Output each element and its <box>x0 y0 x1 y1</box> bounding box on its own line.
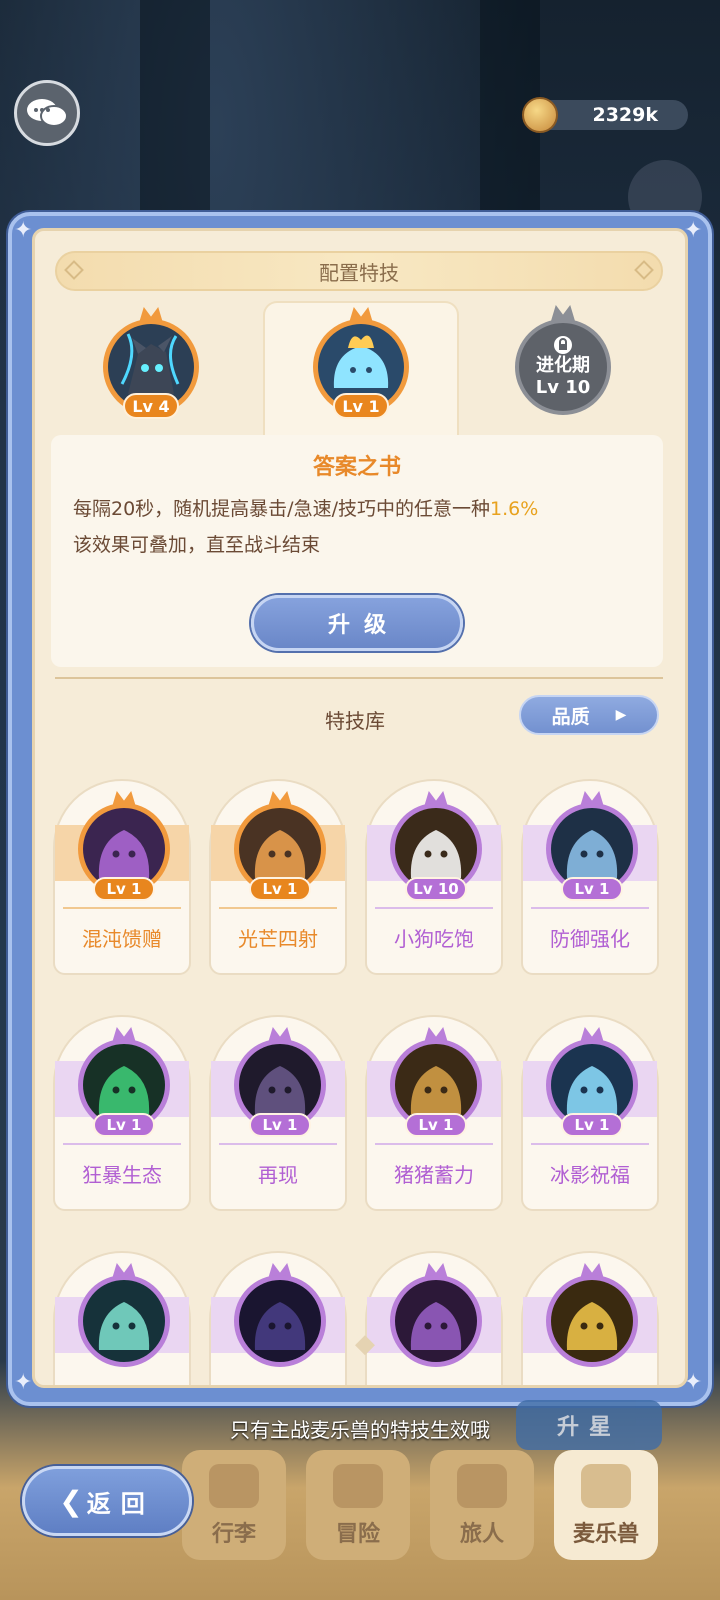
skill-card[interactable]: Lv 1 狂暴生态 <box>53 1015 191 1211</box>
skill-card[interactable]: Lv 1 混沌馈赠 <box>53 779 191 975</box>
skill-card[interactable] <box>53 1251 191 1385</box>
skill-config-panel: 配置特技 Lv 4 Lv 1 进化期 Lv 10 答案之书 每隔20秒，随机提高… <box>32 228 688 1388</box>
skill-level-badge: Lv 10 <box>405 877 467 901</box>
slot-level-badge: Lv 1 <box>333 393 389 419</box>
skill-card[interactable]: Lv 1 再现 <box>209 1015 347 1211</box>
skill-level-badge: Lv 1 <box>561 877 623 901</box>
skill-card[interactable]: Lv 10 小狗吃饱 <box>365 779 503 975</box>
card-divider <box>63 907 181 909</box>
skill-level-badge: Lv 1 <box>93 877 155 901</box>
card-divider <box>219 1143 337 1145</box>
card-divider <box>63 1143 181 1145</box>
slot-level-badge: Lv 4 <box>123 393 179 419</box>
skill-card-name: 再现 <box>258 1163 298 1187</box>
skill-card-name: 防御强化 <box>550 927 630 951</box>
card-divider <box>375 907 493 909</box>
traveler-icon <box>457 1464 507 1508</box>
corner-star-icon: ✦ <box>14 1370 33 1395</box>
skill-card[interactable]: Lv 1 光芒四射 <box>209 779 347 975</box>
skill-level-badge: Lv 1 <box>93 1113 155 1137</box>
skill-bonus-value: 1.6% <box>489 498 539 520</box>
card-divider <box>219 907 337 909</box>
card-divider <box>531 1143 649 1145</box>
background-pillar <box>140 0 210 230</box>
cat-pet-icon <box>581 1464 631 1508</box>
back-button[interactable]: ❮ 返回 <box>22 1466 192 1536</box>
skill-card-name: 光芒四射 <box>238 927 318 951</box>
coin-amount: 2329k <box>592 104 658 126</box>
skill-level-badge: Lv 1 <box>249 1113 311 1137</box>
skill-description: 每隔20秒，随机提高暴击/急速/技巧中的任意一种1.6% 该效果可叠加，直至战斗… <box>73 491 645 563</box>
skill-level-badge: Lv 1 <box>405 1113 467 1137</box>
locked-slot-level: Lv 10 <box>535 377 591 398</box>
nav-item-label: 麦乐兽 <box>572 1522 639 1547</box>
gold-flame-icon <box>551 1280 633 1362</box>
quality-sort-button[interactable]: 品质 ▶ <box>519 695 659 735</box>
skill-card[interactable]: Lv 1 冰影祝福 <box>521 1015 659 1211</box>
nav-item-luggage[interactable]: 行李 <box>182 1450 286 1560</box>
card-divider <box>375 1143 493 1145</box>
nav-item-label: 冒险 <box>335 1522 380 1547</box>
skill-card[interactable]: Lv 1 防御强化 <box>521 779 659 975</box>
hint-text: 只有主战麦乐兽的特技生效哦 <box>230 1418 490 1442</box>
upgrade-button[interactable]: 升级 <box>251 595 463 651</box>
lock-icon <box>554 336 572 355</box>
crossed-swords-icon <box>333 1464 383 1508</box>
nav-item-traveler[interactable]: 旅人 <box>430 1450 534 1560</box>
skill-card-name: 狂暴生态 <box>82 1163 162 1187</box>
diamond-ornament-icon <box>634 260 654 280</box>
skill-description-line2: 该效果可叠加，直至战斗结束 <box>73 534 321 556</box>
skill-portrait-ring <box>78 1275 170 1367</box>
equipped-slot-1[interactable]: Lv 4 <box>103 307 199 419</box>
skill-card-name: 混沌馈赠 <box>82 927 162 951</box>
skill-card-name: 小狗吃饱 <box>394 927 474 951</box>
skill-card-name: 冰影祝福 <box>550 1163 630 1187</box>
coin-icon <box>522 97 558 133</box>
panel-title: 配置特技 <box>319 260 399 285</box>
diamond-ornament-icon <box>64 260 84 280</box>
skill-description-line1: 每隔20秒，随机提高暴击/急速/技巧中的任意一种 <box>73 498 490 520</box>
play-arrow-icon: ▶ <box>615 707 627 723</box>
skill-name: 答案之书 <box>312 455 401 480</box>
section-divider <box>55 677 663 679</box>
nav-item-adventure[interactable]: 冒险 <box>306 1450 410 1560</box>
back-arrow-icon: ❮ <box>59 1484 83 1518</box>
chat-button[interactable] <box>14 80 80 146</box>
locked-slot[interactable]: 进化期 Lv 10 <box>515 319 611 415</box>
nav-item-label: 行李 <box>211 1522 256 1547</box>
chat-bubble-icon <box>27 99 68 127</box>
nav-item-pets[interactable]: 麦乐兽 <box>554 1450 658 1560</box>
skill-level-badge: Lv 1 <box>249 877 311 901</box>
quality-sort-label: 品质 <box>551 705 590 728</box>
skill-portrait-ring <box>546 1275 638 1367</box>
skill-card[interactable]: Lv 1 猪猪蓄力 <box>365 1015 503 1211</box>
corner-star-icon: ✦ <box>14 218 33 243</box>
skill-card[interactable] <box>521 1251 659 1385</box>
equipped-slot-2[interactable]: Lv 1 <box>313 307 409 419</box>
card-divider <box>531 907 649 909</box>
locked-slot-label: 进化期 <box>536 355 590 377</box>
cat-crest-ornament-icon: ◆ <box>355 1329 375 1359</box>
skill-card-name: 猪猪蓄力 <box>394 1163 474 1187</box>
back-button-label: 返回 <box>86 1489 155 1518</box>
panel-title-bar: 配置特技 <box>55 251 663 291</box>
chest-icon <box>209 1464 259 1508</box>
teal-ghost-icon <box>83 1280 165 1362</box>
skill-level-badge: Lv 1 <box>561 1113 623 1137</box>
nav-item-label: 旅人 <box>459 1522 504 1547</box>
skill-description-box: 答案之书 每隔20秒，随机提高暴击/急速/技巧中的任意一种1.6% 该效果可叠加… <box>51 435 663 667</box>
